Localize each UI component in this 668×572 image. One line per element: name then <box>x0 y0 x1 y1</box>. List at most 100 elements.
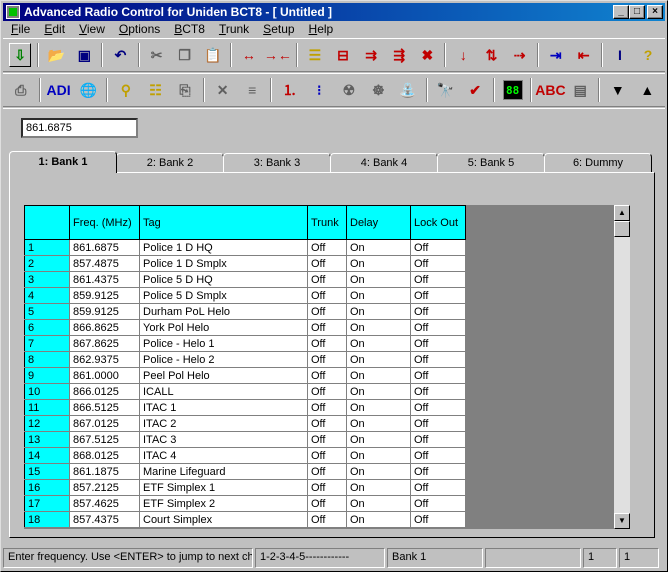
cell-tag[interactable]: Marine Lifeguard <box>139 463 308 480</box>
table-row[interactable]: 15 861.1875 Marine Lifeguard Off On Off <box>24 463 466 480</box>
cut-button[interactable]: ✂ <box>146 43 168 67</box>
sort-desc-button[interactable]: ↓ <box>452 43 474 67</box>
cell-lockout[interactable]: Off <box>410 495 466 512</box>
cell-trunk[interactable]: Off <box>307 463 347 480</box>
cell-delay[interactable]: On <box>346 351 411 368</box>
cell-lockout[interactable]: Off <box>410 415 466 432</box>
cell-frequency[interactable]: 857.2125 <box>69 479 140 496</box>
cell-delay[interactable]: On <box>346 367 411 384</box>
search-scan-button[interactable]: ☸ <box>367 78 391 102</box>
cell-lockout[interactable]: Off <box>410 335 466 352</box>
cell-tag[interactable]: Durham PoL Helo <box>139 303 308 320</box>
arrow-down-button[interactable]: ▼ <box>606 78 630 102</box>
clipboard-button[interactable]: ⎘ <box>173 78 197 102</box>
cell-delay[interactable]: On <box>346 383 411 400</box>
print-button[interactable]: ⎙ <box>9 78 33 102</box>
cell-frequency[interactable]: 857.4375 <box>69 511 140 528</box>
cell-tag[interactable]: ICALL <box>139 383 308 400</box>
undo-button[interactable]: ↶ <box>109 43 131 67</box>
abc-sort-button[interactable]: ABC <box>535 78 565 102</box>
cell-row-number[interactable]: 10 <box>24 383 70 400</box>
cell-row-number[interactable]: 11 <box>24 399 70 416</box>
tree-button[interactable]: ⚲ <box>114 78 138 102</box>
cell-trunk[interactable]: Off <box>307 255 347 272</box>
cell-lockout[interactable]: Off <box>410 511 466 528</box>
cell-lockout[interactable]: Off <box>410 287 466 304</box>
clear-button[interactable]: ✕ <box>211 78 235 102</box>
faucet-button[interactable]: ⛲ <box>396 78 420 102</box>
cell-frequency[interactable]: 861.1875 <box>69 463 140 480</box>
cell-trunk[interactable]: Off <box>307 383 347 400</box>
import-button[interactable]: ⇩ <box>9 43 32 67</box>
cell-trunk[interactable]: Off <box>307 511 347 528</box>
cell-trunk[interactable]: Off <box>307 319 347 336</box>
cell-frequency[interactable]: 861.4375 <box>69 271 140 288</box>
cell-frequency[interactable]: 868.0125 <box>69 447 140 464</box>
cell-row-number[interactable]: 8 <box>24 351 70 368</box>
cell-lockout[interactable]: Off <box>410 367 466 384</box>
cell-delay[interactable]: On <box>346 287 411 304</box>
cell-row-number[interactable]: 4 <box>24 287 70 304</box>
table-row[interactable]: 10 866.0125 ICALL Off On Off <box>24 383 466 400</box>
sort-asc-button[interactable]: ⇅ <box>480 43 502 67</box>
delete-row-button[interactable]: ✖ <box>416 43 438 67</box>
cell-trunk[interactable]: Off <box>307 335 347 352</box>
cell-trunk[interactable]: Off <box>307 399 347 416</box>
move-right-button[interactable]: ⇢ <box>509 43 531 67</box>
shift-row-button[interactable]: ⇶ <box>388 43 410 67</box>
adi-button[interactable]: ADI <box>47 78 71 102</box>
align-rows-button[interactable]: ☰ <box>304 43 326 67</box>
column-header-lockout[interactable]: Lock Out <box>410 205 466 240</box>
column-header-delay[interactable]: Delay <box>346 205 411 240</box>
cell-tag[interactable]: ITAC 1 <box>139 399 308 416</box>
cell-tag[interactable]: Police 1 D Smplx <box>139 255 308 272</box>
cell-row-number[interactable]: 1 <box>24 239 70 256</box>
table-row[interactable]: 7 867.8625 Police - Helo 1 Off On Off <box>24 335 466 352</box>
save-button[interactable]: ▣ <box>73 43 95 67</box>
cell-frequency[interactable]: 867.5125 <box>69 431 140 448</box>
bullet-list-button[interactable]: ⁝ <box>308 78 332 102</box>
lines-button[interactable]: ≡ <box>240 78 264 102</box>
cell-frequency[interactable]: 857.4875 <box>69 255 140 272</box>
cell-lockout[interactable]: Off <box>410 319 466 336</box>
minimize-button[interactable]: _ <box>613 5 629 19</box>
check-button[interactable]: ✔ <box>463 78 487 102</box>
table-row[interactable]: 8 862.9375 Police - Helo 2 Off On Off <box>24 351 466 368</box>
cell-trunk[interactable]: Off <box>307 495 347 512</box>
scroll-thumb[interactable] <box>614 221 630 237</box>
cell-frequency[interactable]: 859.9125 <box>69 303 140 320</box>
cell-trunk[interactable]: Off <box>307 239 347 256</box>
menu-file[interactable]: File <box>3 22 36 36</box>
tab-bank-5[interactable]: 5: Bank 5 <box>437 153 545 173</box>
cell-delay[interactable]: On <box>346 479 411 496</box>
column-header-trunk[interactable]: Trunk <box>307 205 347 240</box>
binoculars-button[interactable]: 🔭 <box>434 78 458 102</box>
cell-lockout[interactable]: Off <box>410 383 466 400</box>
scan-button[interactable]: ☢ <box>337 78 361 102</box>
tab-bank-1[interactable]: 1: Bank 1 <box>9 151 117 173</box>
tab-bank-4[interactable]: 4: Bank 4 <box>330 153 438 173</box>
cell-tag[interactable]: ITAC 2 <box>139 415 308 432</box>
cell-tag[interactable]: Police - Helo 1 <box>139 335 308 352</box>
cell-delay[interactable]: On <box>346 495 411 512</box>
column-header-frequency[interactable]: Freq. (MHz) <box>69 205 140 240</box>
cell-frequency[interactable]: 866.5125 <box>69 399 140 416</box>
cell-delay[interactable]: On <box>346 463 411 480</box>
cell-frequency[interactable]: 867.8625 <box>69 335 140 352</box>
menu-setup[interactable]: Setup <box>255 22 300 36</box>
cell-delay[interactable]: On <box>346 239 411 256</box>
cell-delay[interactable]: On <box>346 447 411 464</box>
scroll-up-button[interactable]: ▲ <box>614 205 630 221</box>
cell-delay[interactable]: On <box>346 319 411 336</box>
cell-delay[interactable]: On <box>346 255 411 272</box>
close-button[interactable]: × <box>647 5 663 19</box>
cell-tag[interactable]: ITAC 4 <box>139 447 308 464</box>
cell-trunk[interactable]: Off <box>307 367 347 384</box>
cell-delay[interactable]: On <box>346 431 411 448</box>
table-row[interactable]: 11 866.5125 ITAC 1 Off On Off <box>24 399 466 416</box>
menu-options[interactable]: Options <box>111 22 166 36</box>
collapse-columns-button[interactable]: →← <box>264 43 292 67</box>
cell-frequency[interactable]: 866.8625 <box>69 319 140 336</box>
led-display-button[interactable]: 88 <box>501 78 525 102</box>
cell-tag[interactable]: Police 1 D HQ <box>139 239 308 256</box>
